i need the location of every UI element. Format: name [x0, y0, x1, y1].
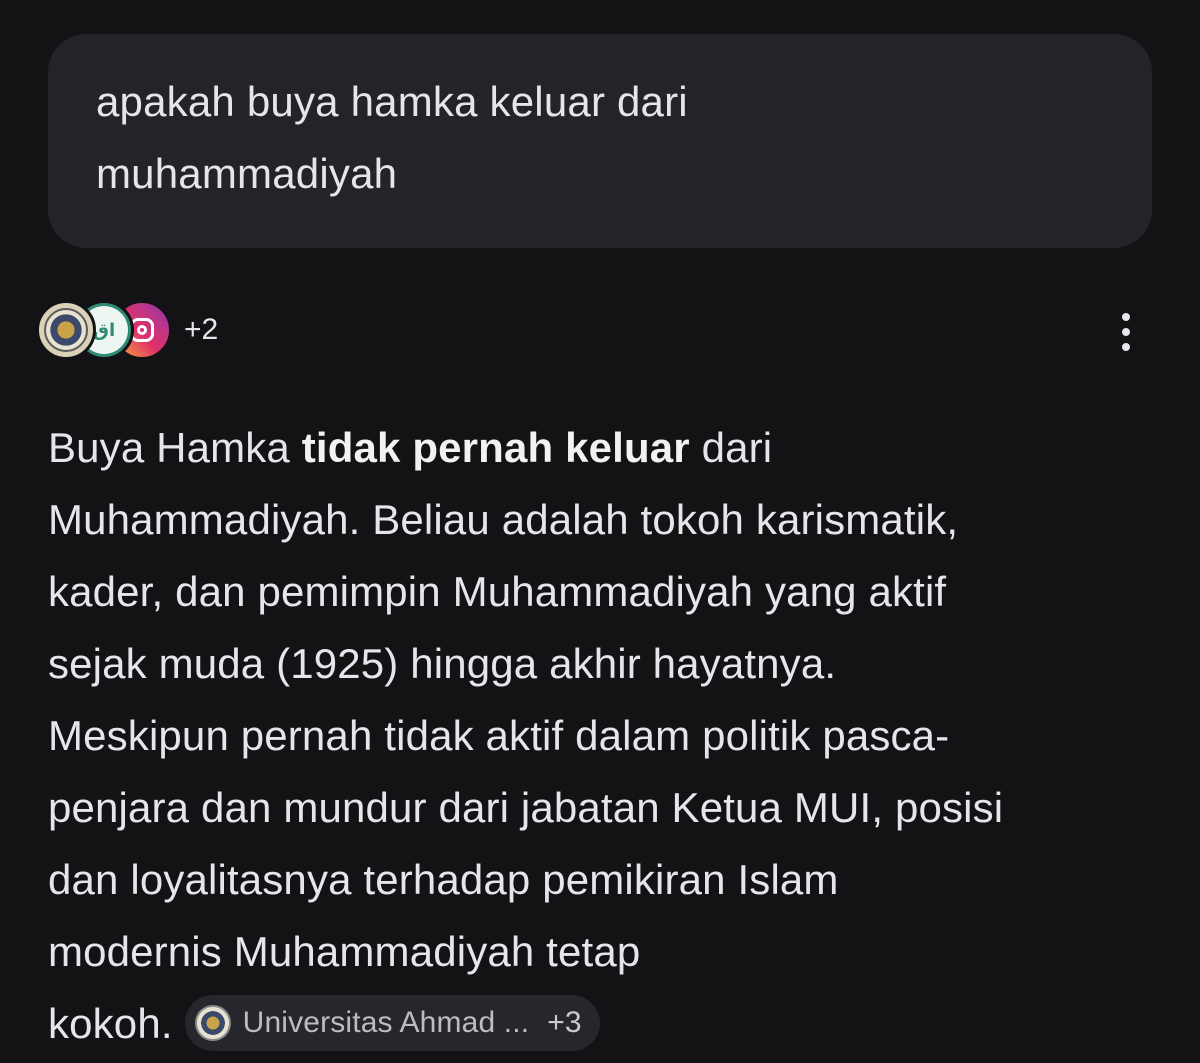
user-query-bubble: apakah buya hamka keluar dari muhammadiy…: [48, 34, 1152, 248]
answer-line-5: Meskipun pernah tidak aktif dalam politi…: [48, 712, 950, 759]
user-query-text: apakah buya hamka keluar dari muhammadiy…: [96, 66, 1104, 210]
university-logo-icon: [194, 1004, 231, 1041]
user-query-line-2: muhammadiyah: [96, 150, 398, 197]
more-options-dot-icon: [1122, 313, 1130, 321]
answer-emphasis: tidak pernah keluar: [301, 424, 690, 471]
more-options-button[interactable]: [1104, 306, 1148, 358]
answer-line-9: kokoh. Universitas Ahmad ... +3: [48, 988, 1158, 1060]
answer-line-7: dan loyalitasnya terhadap pemikiran Isla…: [48, 856, 839, 903]
answer-line-3: kader, dan pemimpin Muhammadiyah yang ak…: [48, 568, 947, 615]
answer-text: Buya Hamka tidak pernah keluar dari Muha…: [48, 412, 1158, 1060]
answer-line-8: modernis Muhammadiyah tetap: [48, 928, 641, 975]
citation-more-count: +3: [547, 1005, 582, 1039]
sources-row[interactable]: اق +2: [36, 298, 218, 362]
answer-line-1-post: dari: [689, 424, 773, 471]
answer-line-2: Muhammadiyah. Beliau adalah tokoh karism…: [48, 496, 959, 543]
more-options-dot-icon: [1122, 343, 1130, 351]
answer-line-6: penjara dan mundur dari jabatan Ketua MU…: [48, 784, 1004, 831]
more-options-dot-icon: [1122, 328, 1130, 336]
answer-line-9-text: kokoh.: [48, 1000, 173, 1047]
answer-line-4: sejak muda (1925) hingga akhir hayatnya.: [48, 640, 837, 687]
citation-chip[interactable]: Universitas Ahmad ... +3: [184, 994, 600, 1051]
sources-more-count: +2: [184, 313, 219, 346]
answer-line-1: Buya Hamka tidak pernah keluar dari: [48, 412, 1158, 484]
user-query-line-1: apakah buya hamka keluar dari: [96, 78, 688, 125]
university-logo-icon: [36, 300, 96, 360]
answer-line-1-pre: Buya Hamka: [48, 424, 302, 471]
citation-label: Universitas Ahmad ...: [242, 1005, 530, 1039]
